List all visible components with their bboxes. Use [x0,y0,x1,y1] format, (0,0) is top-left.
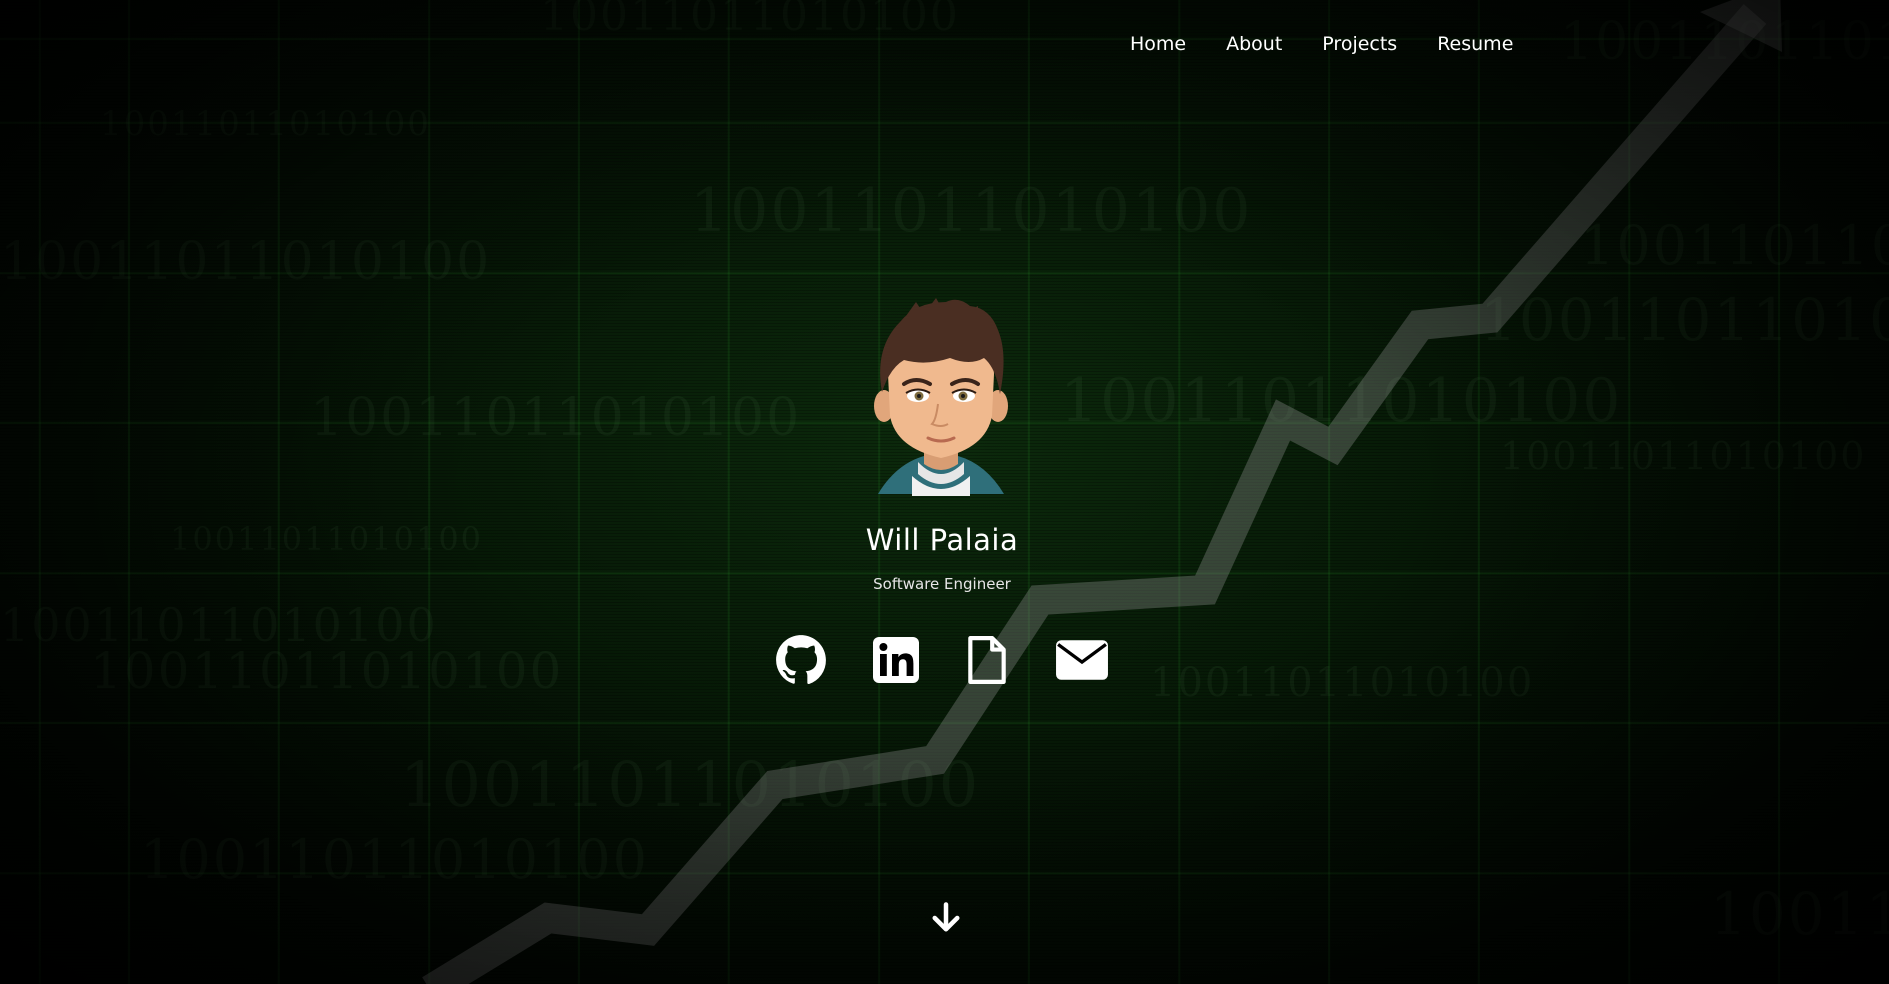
resume-link[interactable] [957,630,1017,690]
linkedin-icon [873,637,919,683]
profile-name: Will Palaia [865,523,1019,557]
arrow-down-icon[interactable] [928,900,964,936]
linkedin-link[interactable] [866,630,926,690]
nav-about[interactable]: About [1206,30,1302,58]
hero-section: 10011011010100 10011011010100 1001101101… [0,0,1889,984]
email-link[interactable] [1052,630,1112,690]
avatar [874,298,1008,496]
nav-projects[interactable]: Projects [1302,30,1417,58]
envelope-icon [1056,640,1108,680]
nav-home[interactable]: Home [1110,30,1206,58]
nav-resume[interactable]: Resume [1417,30,1533,58]
document-icon [968,636,1006,684]
main-nav: Home About Projects Resume [1110,30,1533,58]
github-link[interactable] [771,630,831,690]
profile-title: Software Engineer [873,575,1011,593]
github-icon [776,635,826,685]
